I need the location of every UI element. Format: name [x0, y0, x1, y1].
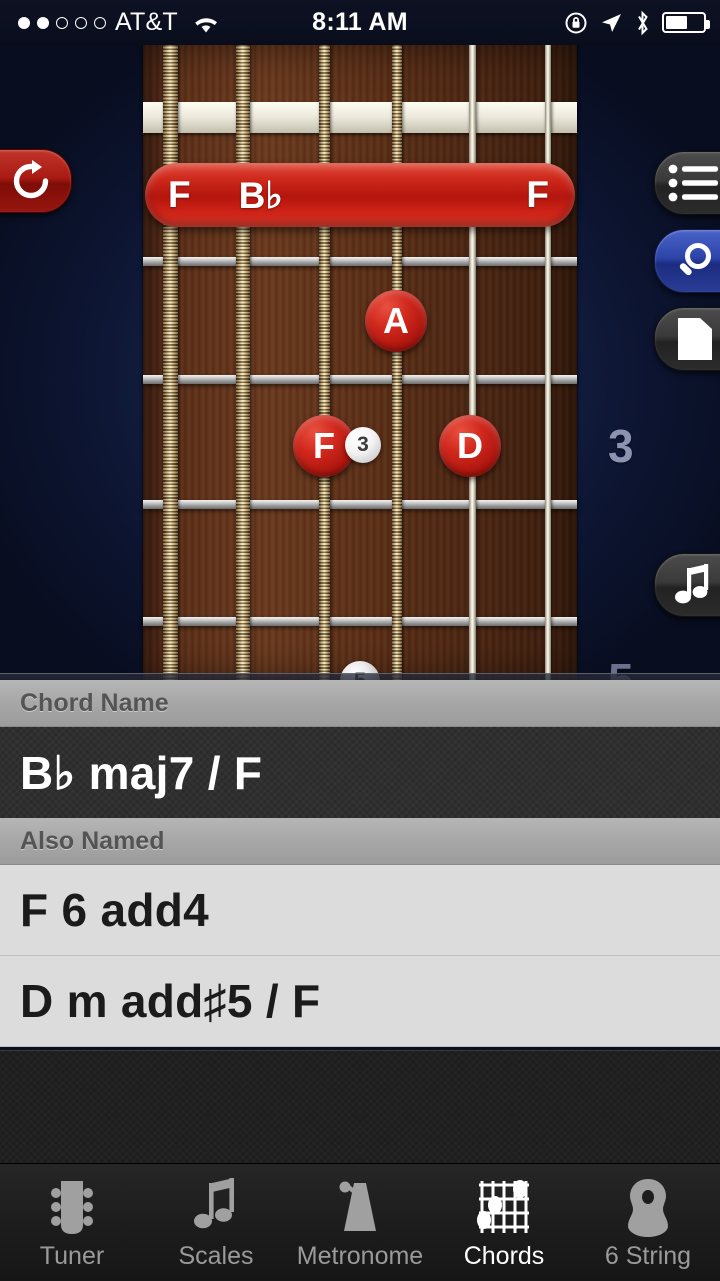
chord-search-button[interactable] — [654, 229, 720, 293]
string-2-a — [236, 45, 250, 680]
alt-name-row-1[interactable]: F 6 add4 — [0, 865, 720, 956]
fretboard[interactable] — [143, 45, 577, 680]
fret-wire-2 — [143, 375, 577, 384]
alt-name-value-2: D m add♯5 / F — [20, 975, 321, 1027]
tab-chords[interactable]: Chords — [432, 1164, 576, 1281]
section-header-chord-name: Chord Name — [0, 680, 720, 727]
fret-number-3: 3 — [608, 420, 634, 472]
tab-6-string[interactable]: 6 String — [576, 1164, 720, 1281]
barre-chord-indicator[interactable]: F B♭ F — [145, 163, 575, 227]
tab-bar[interactable]: Tuner Scales Metronome Chords 6 String — [0, 1163, 720, 1281]
location-arrow-icon — [599, 11, 623, 35]
tab-label-metronome: Metronome — [296, 1241, 424, 1270]
music-notes-icon — [188, 1175, 244, 1237]
chord-page-button[interactable] — [654, 307, 720, 371]
headstock-icon — [44, 1175, 100, 1237]
fret-wire-3 — [143, 500, 577, 509]
page-icon — [675, 316, 715, 362]
chord-diagram-icon — [475, 1175, 533, 1237]
alt-name-value-1: F 6 add4 — [20, 884, 210, 936]
alt-name-row-2[interactable]: D m add♯5 / F — [0, 956, 720, 1047]
tab-tuner[interactable]: Tuner — [0, 1164, 144, 1281]
refresh-button[interactable] — [0, 149, 72, 213]
refresh-icon — [8, 158, 54, 204]
barre-label-second: B♭ — [238, 174, 283, 216]
status-bar: AT&T 8:11 AM — [0, 0, 720, 45]
music-note-icon — [674, 562, 716, 608]
tab-metronome[interactable]: Metronome — [288, 1164, 432, 1281]
tab-label-chords: Chords — [463, 1241, 545, 1270]
section-header-also-named: Also Named — [0, 818, 720, 865]
strum-toolbar[interactable]: Auto-strum: Off Notes — [0, 673, 720, 680]
tab-label-6-string: 6 String — [604, 1241, 692, 1270]
search-icon — [673, 239, 717, 283]
string-4-g — [392, 45, 402, 680]
finger-number-badge: 3 — [345, 427, 381, 463]
barre-label-left: F — [168, 174, 191, 215]
status-bar-right — [564, 10, 710, 36]
chord-sound-button[interactable] — [654, 553, 720, 617]
bluetooth-icon — [634, 10, 651, 36]
battery-icon — [662, 12, 710, 33]
string-6-high-e — [545, 45, 551, 680]
note-dot-d[interactable]: D — [439, 415, 501, 477]
tab-label-tuner: Tuner — [39, 1241, 105, 1270]
string-3-d — [319, 45, 330, 680]
string-5-b — [469, 45, 476, 680]
fretboard-area[interactable]: 5 3 5 F B♭ F A F 3 D — [0, 45, 720, 680]
rotation-lock-icon — [564, 11, 588, 35]
chord-name-value: B♭ maj7 / F — [20, 746, 263, 799]
guitar-body-icon — [620, 1175, 676, 1237]
chord-list-button[interactable] — [654, 151, 720, 215]
nut — [143, 102, 577, 133]
barre-label-right: F — [526, 174, 549, 215]
fret-wire-1 — [143, 257, 577, 266]
fret-wire-4 — [143, 617, 577, 626]
list-empty-area — [0, 1050, 720, 1163]
list-icon — [667, 163, 720, 203]
note-dot-a[interactable]: A — [365, 290, 427, 352]
chord-name-row[interactable]: B♭ maj7 / F — [0, 727, 720, 818]
string-1-low-e — [163, 45, 178, 680]
metronome-icon — [330, 1175, 390, 1237]
tab-label-scales: Scales — [178, 1241, 254, 1270]
tab-scales[interactable]: Scales — [144, 1164, 288, 1281]
